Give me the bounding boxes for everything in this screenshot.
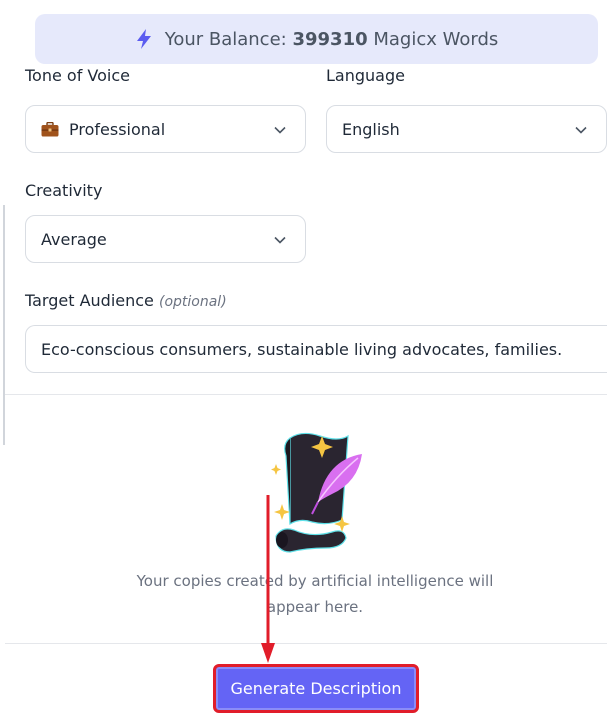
creativity-value: Average [41, 229, 107, 249]
lightning-icon [136, 29, 151, 49]
target-audience-value: Eco-conscious consumers, sustainable liv… [41, 339, 563, 359]
briefcase-icon [41, 121, 59, 137]
empty-state-message: Your copies created by artificial intell… [115, 568, 515, 620]
chevron-down-icon [575, 126, 587, 134]
generate-description-button[interactable]: Generate Description [213, 664, 419, 713]
footer-divider [5, 643, 607, 644]
empty-state-line-1: Your copies created by artificial intell… [136, 572, 494, 590]
balance-suffix: Magicx Words [373, 28, 499, 50]
creativity-label: Creativity [25, 181, 103, 200]
target-audience-input[interactable]: Eco-conscious consumers, sustainable liv… [25, 325, 607, 373]
target-audience-label-text: Target Audience [25, 291, 154, 310]
chevron-down-icon [274, 126, 286, 134]
balance-prefix: Your Balance: [164, 28, 287, 50]
balance-amount: 399310 [292, 28, 368, 50]
creativity-select[interactable]: Average [25, 215, 306, 263]
language-value: English [342, 119, 400, 139]
tone-of-voice-label: Tone of Voice [25, 66, 130, 85]
page: Tone of Voice Language Your Balance: 399… [0, 0, 607, 725]
chevron-down-icon [274, 236, 286, 244]
target-audience-label: Target Audience (optional) [25, 291, 227, 310]
scroll-edge [3, 205, 5, 445]
annotation-arrow [261, 495, 275, 663]
empty-state-line-2: appear here. [266, 598, 364, 616]
tone-of-voice-value: Professional [69, 119, 166, 139]
tone-of-voice-select[interactable]: Professional [25, 105, 306, 153]
language-label: Language [326, 66, 405, 85]
balance-banner: Your Balance: 399310 Magicx Words [35, 14, 598, 64]
scroll-quill-illustration [271, 432, 362, 553]
optional-tag: (optional) [159, 294, 227, 310]
section-divider [5, 394, 607, 395]
language-select[interactable]: English [326, 105, 607, 153]
